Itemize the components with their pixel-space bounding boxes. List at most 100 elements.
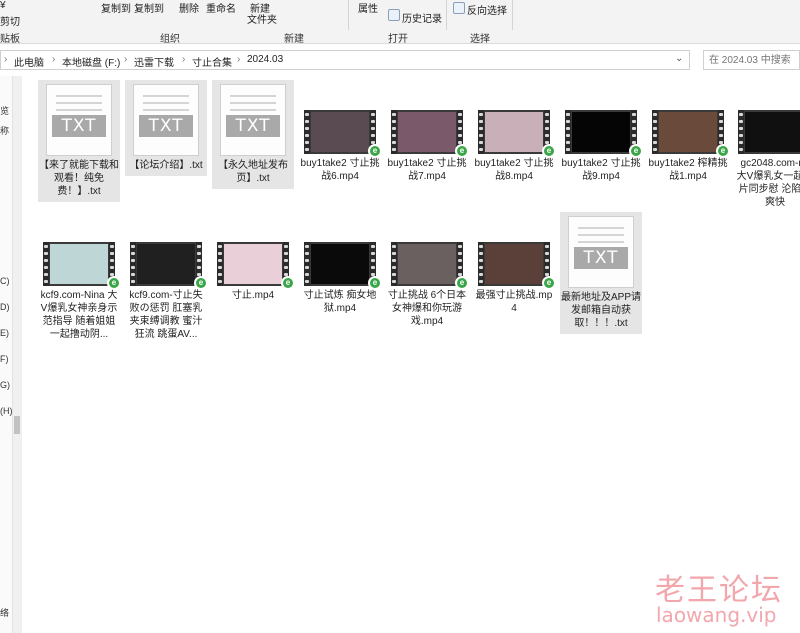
nav-item[interactable]: C) (0, 276, 10, 286)
history-icon (388, 9, 400, 21)
ribbon-cut-top[interactable]: ¥ (0, 0, 6, 11)
video-file-icon: e (565, 110, 643, 158)
file-name: kcf9.com-寸止失败の惩罚 肛塞乳夹束缚调教 蜜汁狂流 跳蛋AV... (129, 290, 203, 340)
nav-item[interactable]: 览 (0, 104, 9, 117)
ribbon-new-folder-2[interactable]: 文件夹 (247, 11, 277, 26)
file-name: buy1take2 寸止挑战8.mp4 (474, 158, 554, 182)
navigation-pane: 览 称 C) D) E) F) G) (H) 络 (0, 76, 13, 633)
file-item[interactable]: e 寸止挑战 6个日本女神爆和你玩游戏.mp4 (386, 238, 469, 332)
text-file-icon: TXT (133, 84, 199, 156)
file-name: 寸止试炼 痴女地狱.mp4 (303, 290, 377, 314)
search-input[interactable] (709, 51, 799, 69)
watermark-url: laowang.vip (656, 603, 777, 627)
nav-item[interactable]: (H) (0, 406, 13, 416)
nav-item[interactable]: G) (0, 380, 10, 390)
file-name: 寸止挑战 6个日本女神爆和你玩游戏.mp4 (387, 290, 467, 327)
nav-scrollbar-thumb[interactable] (14, 416, 20, 434)
ribbon-rename[interactable]: 重命名 (206, 0, 236, 15)
search-box[interactable] (703, 50, 800, 70)
nav-item[interactable]: 称 (0, 124, 9, 137)
chevron-right-icon: › (124, 54, 128, 65)
sync-badge-icon: e (542, 276, 556, 290)
video-file-icon: e (217, 242, 295, 290)
file-item[interactable]: e 最强寸止挑战.mp4 (473, 238, 556, 319)
sync-badge-icon: e (281, 276, 295, 290)
text-file-icon: TXT (46, 84, 112, 156)
file-name: kcf9.com-Nina 大V爆乳女神亲身示范指导 随着姐姐一起撸动阴... (40, 290, 118, 340)
file-item[interactable]: e 寸止试炼 痴女地狱.mp4 (299, 238, 382, 319)
ribbon-properties[interactable]: 属性 (358, 0, 378, 15)
address-bar: › 此电脑 › 本地磁盘 (F:) › 迅雷下载 › 寸止合集 › 2024.0… (0, 50, 800, 72)
video-file-icon: e (304, 110, 382, 158)
file-name: 寸止.mp4 (231, 290, 275, 301)
file-name: gc2048.com-na 大V爆乳女一起看片同步慰 沦陷爆爽快 (736, 158, 800, 208)
video-file-icon: e (391, 110, 469, 158)
file-item[interactable]: e 寸止.mp4 (212, 238, 295, 306)
file-item[interactable]: TXT 【来了就能下载和观看！纯免费！】.txt (38, 80, 120, 202)
sync-badge-icon: e (629, 144, 643, 158)
breadcrumb[interactable]: › 此电脑 › 本地磁盘 (F:) › 迅雷下载 › 寸止合集 › 2024.0… (0, 50, 690, 70)
chevron-right-icon: › (4, 54, 8, 65)
nav-item[interactable]: E) (0, 328, 9, 338)
file-name: buy1take2 寸止挑战7.mp4 (387, 158, 467, 182)
nav-item[interactable]: 络 (0, 606, 9, 619)
crumb-this-pc[interactable]: 此电脑 (14, 54, 44, 69)
ribbon-move-to[interactable]: 复制到 (101, 0, 131, 15)
sync-badge-icon: e (716, 144, 730, 158)
video-file-icon: e (652, 110, 730, 158)
file-name: buy1take2 寸止挑战6.mp4 (300, 158, 380, 182)
file-item[interactable]: e buy1take2 榨精挑战1.mp4 (647, 106, 730, 187)
sync-badge-icon: e (368, 144, 382, 158)
file-item[interactable]: e kcf9.com-Nina 大V爆乳女神亲身示范指导 随着姐姐一起撸动阴..… (38, 238, 121, 345)
ribbon-history[interactable]: 历史记录 (402, 10, 442, 25)
file-item[interactable]: gc2048.com-na 大V爆乳女一起看片同步慰 沦陷爆爽快 (734, 106, 800, 213)
ribbon-delete[interactable]: 删除 (179, 0, 199, 15)
sync-badge-icon: e (455, 144, 469, 158)
ribbon-copy-to[interactable]: 复制到 (134, 0, 164, 15)
video-file-icon: e (391, 242, 469, 290)
crumb-drive[interactable]: 本地磁盘 (F:) (62, 54, 120, 69)
crumb-collection[interactable]: 寸止合集 (192, 54, 232, 69)
file-name: 【来了就能下载和观看！纯免费！】.txt (39, 160, 119, 197)
group-select: 选择 (470, 34, 490, 45)
chevron-right-icon: › (237, 54, 241, 65)
video-file-icon: e (478, 110, 556, 158)
file-item[interactable]: e buy1take2 寸止挑战7.mp4 (386, 106, 469, 187)
group-new: 新建 (284, 34, 304, 45)
file-item[interactable]: TXT 【论坛介绍】.txt (125, 80, 207, 176)
file-name: buy1take2 寸止挑战9.mp4 (561, 158, 641, 182)
video-file-icon: e (130, 242, 208, 290)
crumb-thunder[interactable]: 迅雷下载 (134, 54, 174, 69)
file-item[interactable]: e buy1take2 寸止挑战8.mp4 (473, 106, 556, 187)
file-item[interactable]: TXT 最新地址及APP请发邮箱自动获取！！！.txt (560, 212, 642, 334)
file-item[interactable]: e buy1take2 寸止挑战9.mp4 (560, 106, 643, 187)
nav-item[interactable]: F) (0, 354, 9, 364)
crumb-current[interactable]: 2024.03 (247, 54, 283, 65)
nav-item[interactable]: D) (0, 302, 10, 312)
file-name: 最新地址及APP请发邮箱自动获取！！！.txt (561, 292, 642, 329)
video-file-icon (738, 110, 800, 154)
file-item[interactable]: e buy1take2 寸止挑战6.mp4 (299, 106, 382, 187)
ribbon-group-labels: 贴板 组织 新建 打开 选择 (0, 30, 800, 45)
nav-scrollbar[interactable] (12, 76, 22, 633)
text-file-icon: TXT (568, 216, 634, 288)
file-name: buy1take2 榨精挑战1.mp4 (648, 158, 728, 182)
ribbon-cut[interactable]: 剪切 (0, 13, 20, 28)
file-name: 【永久地址发布页】.txt (218, 160, 288, 184)
chevron-down-icon[interactable]: ⌄ (675, 53, 683, 64)
sync-badge-icon: e (455, 276, 469, 290)
sync-badge-icon: e (368, 276, 382, 290)
video-file-icon: e (43, 242, 121, 290)
file-item[interactable]: TXT 【永久地址发布页】.txt (212, 80, 294, 189)
video-file-icon: e (304, 242, 382, 290)
invert-selection-icon (453, 2, 465, 14)
chevron-right-icon: › (52, 54, 56, 65)
file-name: 最强寸止挑战.mp4 (475, 290, 553, 314)
file-item[interactable]: e kcf9.com-寸止失败の惩罚 肛塞乳夹束缚调教 蜜汁狂流 跳蛋AV... (125, 238, 208, 345)
sync-badge-icon: e (542, 144, 556, 158)
file-name: 【论坛介绍】.txt (129, 160, 203, 171)
sync-badge-icon: e (107, 276, 121, 290)
ribbon-invert-selection[interactable]: 反向选择 (467, 2, 507, 17)
sync-badge-icon: e (194, 276, 208, 290)
group-organize: 组织 (160, 34, 180, 45)
